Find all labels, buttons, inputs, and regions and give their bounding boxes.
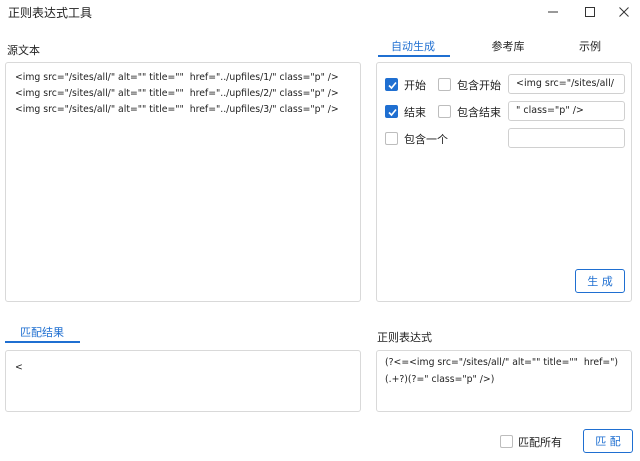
regex-textarea[interactable]: (?<=<img src="/sites/all/" alt="" title=… bbox=[376, 350, 632, 412]
match-button-label: 匹 配 bbox=[595, 435, 621, 448]
close-icon bbox=[619, 7, 629, 17]
title-bar: 正则表达式工具 bbox=[0, 0, 640, 24]
include-end-checkbox[interactable] bbox=[438, 105, 451, 118]
source-line: <img src="/sites/all/" alt="" title="" h… bbox=[15, 104, 339, 115]
regex-label: 正则表达式 bbox=[377, 331, 432, 344]
match-result-box[interactable]: < bbox=[5, 350, 361, 412]
tab-examples[interactable]: 示例 bbox=[560, 38, 620, 54]
generate-button-label: 生 成 bbox=[587, 275, 613, 288]
auto-generate-panel: 开始 包含开始 <img src="/sites/all/ 结束 包含结束 " … bbox=[376, 62, 632, 302]
end-input-value: " class="p" /> bbox=[516, 105, 584, 116]
match-result-text: < bbox=[15, 362, 23, 373]
tab-underline bbox=[378, 55, 450, 57]
maximize-icon bbox=[585, 7, 595, 17]
source-textarea[interactable]: <img src="/sites/all/" alt="" title="" h… bbox=[5, 62, 361, 302]
match-all-label: 匹配所有 bbox=[518, 436, 562, 449]
start-checkbox[interactable] bbox=[385, 78, 398, 91]
tab-auto-generate[interactable]: 自动生成 bbox=[380, 38, 446, 54]
include-start-label: 包含开始 bbox=[457, 79, 501, 92]
source-line: <img src="/sites/all/" alt="" title="" h… bbox=[15, 88, 339, 99]
check-icon bbox=[388, 81, 397, 90]
start-input-value: <img src="/sites/all/ bbox=[516, 78, 614, 89]
source-label: 源文本 bbox=[7, 44, 40, 57]
include-one-label: 包含一个 bbox=[404, 133, 448, 146]
regex-line: (.+?)(?=" class="p" />) bbox=[385, 374, 495, 385]
match-tab-underline bbox=[5, 341, 80, 343]
source-line: <img src="/sites/all/" alt="" title="" h… bbox=[15, 72, 339, 83]
tab-match-result[interactable]: 匹配结果 bbox=[5, 324, 79, 340]
end-input[interactable]: " class="p" /> bbox=[508, 101, 625, 121]
include-one-input[interactable] bbox=[508, 128, 625, 148]
start-label: 开始 bbox=[404, 79, 426, 92]
tab-reference[interactable]: 参考库 bbox=[478, 38, 538, 54]
include-start-checkbox[interactable] bbox=[438, 78, 451, 91]
start-input[interactable]: <img src="/sites/all/ bbox=[508, 74, 625, 94]
generate-button[interactable]: 生 成 bbox=[575, 269, 625, 293]
end-label: 结束 bbox=[404, 106, 426, 119]
window-title: 正则表达式工具 bbox=[8, 6, 93, 20]
end-checkbox[interactable] bbox=[385, 105, 398, 118]
include-end-label: 包含结束 bbox=[457, 106, 501, 119]
minimize-icon bbox=[548, 11, 558, 13]
close-button[interactable] bbox=[607, 0, 640, 24]
include-one-checkbox[interactable] bbox=[385, 132, 398, 145]
minimize-button[interactable] bbox=[536, 0, 570, 24]
match-all-checkbox[interactable] bbox=[500, 435, 513, 448]
regex-line: (?<=<img src="/sites/all/" alt="" title=… bbox=[385, 357, 619, 368]
check-icon bbox=[388, 108, 397, 117]
maximize-button[interactable] bbox=[573, 0, 607, 24]
match-button[interactable]: 匹 配 bbox=[583, 429, 633, 453]
